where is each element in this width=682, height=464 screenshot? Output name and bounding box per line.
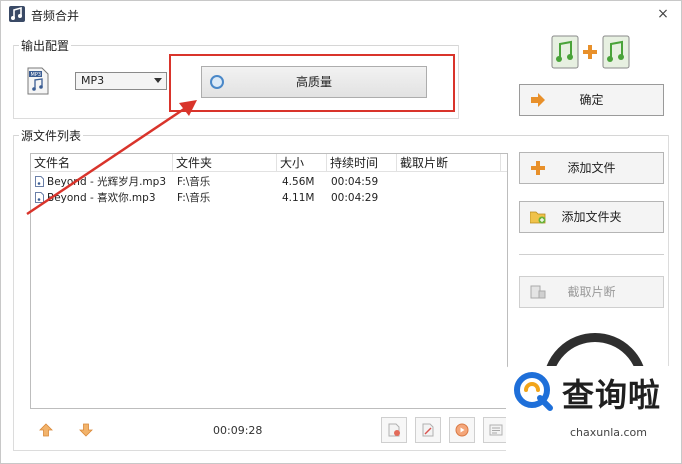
- plus-icon: [531, 161, 545, 175]
- watermark-url: chaxunla.com: [570, 426, 647, 439]
- app-music-icon: [9, 6, 25, 22]
- column-header-filename[interactable]: 文件名: [31, 154, 173, 172]
- audio-merge-window: 音频合并 × 输出配置 MP3 MP3 高质量 确定 源文件列表 文件名 文件夹…: [0, 0, 682, 464]
- source-files-label: 源文件列表: [19, 127, 84, 144]
- add-folder-button[interactable]: 添加文件夹: [519, 201, 664, 233]
- confirm-button-label: 确定: [579, 93, 604, 107]
- file-folder-cell: F:\音乐: [177, 176, 211, 188]
- output-config-label: 输出配置: [19, 37, 72, 54]
- file-list[interactable]: 文件名 文件夹 大小 持续时间 截取片断 Beyond - 光辉岁月.mp3 F…: [30, 153, 508, 409]
- highlight-annotation-box: [169, 54, 455, 112]
- file-name-cell: Beyond - 喜欢你.mp3: [47, 192, 156, 204]
- clip-button[interactable]: 截取片断: [519, 276, 664, 308]
- column-header-duration[interactable]: 持续时间: [327, 154, 397, 172]
- merge-audio-icon: [551, 35, 630, 69]
- file-clip-cell: [401, 190, 501, 206]
- watermark: 查询啦 chaxunla.com: [506, 366, 674, 456]
- audio-file-icon: [35, 192, 44, 203]
- file-list-header: 文件名 文件夹 大小 持续时间 截取片断: [31, 154, 507, 172]
- file-folder-cell: F:\音乐: [177, 192, 211, 204]
- mp3-file-icon: MP3: [27, 67, 49, 95]
- file-remove-icon: [388, 423, 400, 437]
- play-button[interactable]: [449, 417, 475, 443]
- properties-icon: [489, 424, 503, 436]
- column-header-folder[interactable]: 文件夹: [173, 154, 277, 172]
- title-bar: 音频合并 ×: [1, 1, 681, 29]
- watermark-logo-icon: [514, 372, 553, 411]
- arrow-right-icon: [531, 93, 545, 107]
- total-duration: 00:09:28: [213, 424, 263, 437]
- edit-file-button[interactable]: [415, 417, 441, 443]
- file-size-cell: 4.56M: [282, 176, 315, 188]
- file-clip-cell: [401, 174, 501, 190]
- column-header-clip[interactable]: 截取片断: [397, 154, 501, 172]
- add-file-label: 添加文件: [567, 161, 616, 175]
- side-divider: [519, 254, 664, 255]
- file-size-cell: 4.11M: [282, 192, 315, 204]
- watermark-text: 查询啦: [562, 376, 662, 414]
- table-row[interactable]: Beyond - 喜欢你.mp3 F:\音乐 4.11M 00:04:29: [31, 190, 507, 206]
- clip-button-label: 截取片断: [567, 285, 616, 299]
- format-select-value: MP3: [81, 74, 105, 87]
- audio-file-icon: [35, 176, 44, 187]
- move-up-icon[interactable]: [38, 422, 54, 438]
- file-duration-cell: 00:04:59: [331, 176, 379, 188]
- move-down-icon[interactable]: [78, 422, 94, 438]
- chevron-down-icon: [154, 78, 162, 83]
- file-edit-icon: [422, 423, 434, 437]
- add-folder-label: 添加文件夹: [561, 210, 622, 224]
- file-duration-cell: 00:04:29: [331, 192, 379, 204]
- remove-file-button[interactable]: [381, 417, 407, 443]
- column-header-size[interactable]: 大小: [277, 154, 327, 172]
- format-select[interactable]: MP3: [75, 72, 167, 90]
- confirm-button[interactable]: 确定: [519, 84, 664, 116]
- clip-icon: [530, 285, 546, 299]
- folder-add-icon: [530, 211, 546, 224]
- close-button[interactable]: ×: [655, 6, 671, 22]
- svg-text:MP3: MP3: [31, 72, 42, 78]
- table-row[interactable]: Beyond - 光辉岁月.mp3 F:\音乐 4.56M 00:04:59: [31, 174, 507, 190]
- play-icon: [455, 423, 469, 437]
- add-file-button[interactable]: 添加文件: [519, 152, 664, 184]
- window-title: 音频合并: [31, 9, 80, 23]
- file-name-cell: Beyond - 光辉岁月.mp3: [47, 176, 166, 188]
